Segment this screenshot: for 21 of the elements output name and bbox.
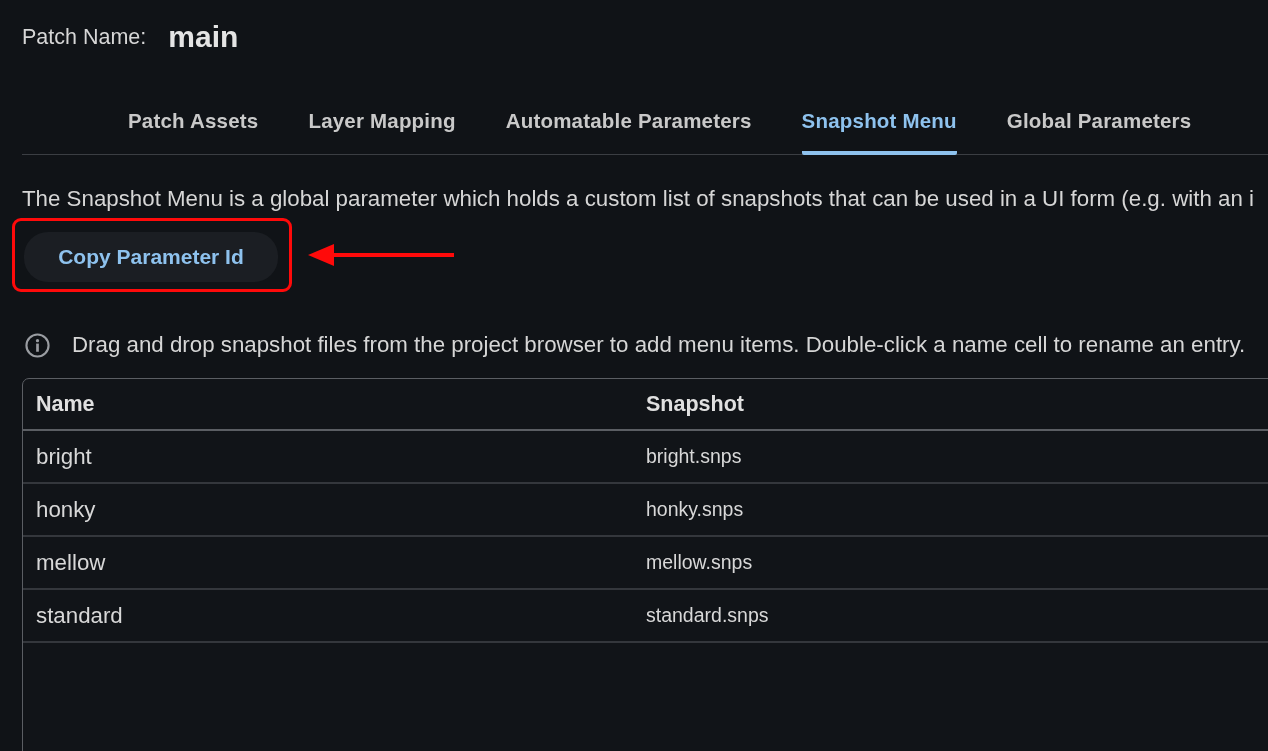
column-header: Snapshot — [645, 390, 745, 418]
copy-parameter-id-button[interactable]: Copy Parameter Id — [24, 232, 278, 282]
table-cell-text: standard — [35, 601, 124, 630]
column-header: Name — [35, 390, 96, 418]
tab[interactable]: Automatable Parameters — [505, 94, 752, 155]
table-cell-text: honky.snps — [645, 497, 745, 522]
info-icon — [25, 332, 50, 358]
table-cell-text: bright.snps — [645, 444, 743, 469]
tab[interactable]: Layer Mapping — [308, 94, 456, 155]
table-cell-text: mellow — [35, 548, 107, 577]
table-cell-text: honky — [35, 495, 97, 524]
patch-name: main — [168, 20, 239, 54]
tab[interactable]: Snapshot Menu — [801, 94, 957, 155]
tab[interactable]: Patch Assets — [128, 94, 259, 155]
table-cell-text: standard.snps — [645, 603, 770, 628]
patch-name-label: Patch Name: — [22, 24, 147, 50]
table-cell-text: mellow.snps — [645, 550, 754, 575]
table-cell-text: bright — [35, 442, 93, 471]
info-text: Drag and drop snapshot files from the project browser to add menu items. Double-click a name cell to rename an entry. — [72, 331, 1246, 359]
tab[interactable]: Global Parameters — [1006, 94, 1192, 155]
description-text: The Snapshot Menu is a global parameter which holds a custom list of snapshots that can be used in a UI form (e.g. with an i — [22, 185, 1255, 213]
